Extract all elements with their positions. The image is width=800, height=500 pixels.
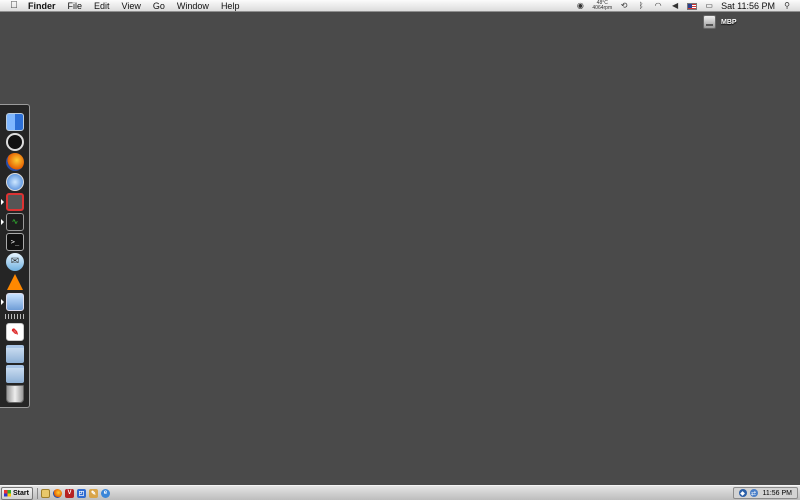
menubar-clock[interactable]: Sat 11:56 PM (721, 1, 775, 11)
safari-icon[interactable] (6, 173, 24, 191)
dock-separator (5, 314, 25, 319)
hard-disk-icon (703, 15, 716, 29)
windows-taskbar: Start V ◰ ✎ e ◆ ⇄ 11:56 PM (0, 485, 800, 500)
volume-icon[interactable]: ◀ (670, 0, 680, 12)
menu-edit[interactable]: Edit (88, 0, 116, 12)
bluetooth-icon[interactable]: ᛒ (636, 0, 646, 12)
show-desktop-icon[interactable] (40, 488, 50, 498)
taskbar-clock[interactable]: 11:56 PM (763, 490, 792, 497)
start-button[interactable]: Start (1, 486, 33, 500)
desktop-disk-mbp[interactable]: MBP (703, 15, 737, 29)
dashboard-icon[interactable] (6, 133, 24, 151)
menu-help[interactable]: Help (215, 0, 246, 12)
running-indicator (1, 299, 4, 305)
outlook-icon[interactable]: ◰ (76, 488, 86, 498)
menu-window[interactable]: Window (171, 0, 215, 12)
terminal-icon[interactable]: >_ (6, 233, 24, 251)
paint-icon[interactable]: ✎ (88, 488, 98, 498)
windows-logo-icon (4, 489, 11, 497)
trash-icon[interactable] (6, 385, 24, 403)
applications-folder-icon[interactable] (6, 345, 24, 363)
temperature-monitor[interactable]: 48°C 4064rpm (592, 1, 612, 11)
ichat-icon[interactable]: ✉ (6, 253, 24, 271)
menu-go[interactable]: Go (147, 0, 171, 12)
firefox-icon[interactable] (52, 488, 62, 498)
network-icon[interactable]: ⇄ (749, 489, 758, 497)
running-indicator (1, 219, 4, 225)
finder-icon[interactable] (6, 113, 24, 131)
menu-view[interactable]: View (116, 0, 147, 12)
spotlight-search-icon[interactable]: ⚲ (782, 0, 792, 12)
mac-menubar:  Finder File Edit View Go Window Help ◉… (0, 0, 800, 12)
menubar-status-area: ◉ 48°C 4064rpm ⟲ ᛒ ◠ ◀ ▭ Sat 11:56 PM ⚲ (575, 0, 800, 12)
vmware-icon[interactable] (6, 193, 24, 211)
internet-explorer-icon[interactable]: e (100, 488, 110, 498)
documents-folder-icon[interactable] (6, 365, 24, 383)
us-flag-input-icon[interactable] (687, 2, 698, 10)
activity-monitor-icon[interactable]: ∿ (6, 213, 24, 231)
menu-app-finder[interactable]: Finder (24, 0, 62, 12)
disk-label: MBP (721, 18, 737, 26)
v-app-icon[interactable]: V (64, 488, 74, 498)
eye-icon[interactable]: ◉ (575, 0, 585, 12)
quick-launch: V ◰ ✎ e (40, 488, 110, 498)
vlc-icon[interactable] (6, 273, 24, 291)
network-icon[interactable] (6, 293, 24, 311)
firefox-icon[interactable] (6, 153, 24, 171)
start-label: Start (13, 489, 29, 497)
system-tray: ◆ ⇄ 11:56 PM (732, 487, 798, 499)
battery-icon[interactable]: ▭ (704, 0, 714, 12)
apple-icon[interactable]:  (4, 0, 24, 11)
fan-speed-readout: 4064rpm (592, 5, 613, 11)
pdf-icon[interactable]: ✎ (6, 323, 24, 341)
quick-launch-separator (36, 487, 38, 499)
menu-file[interactable]: File (62, 0, 89, 12)
wifi-icon[interactable]: ◠ (653, 0, 663, 12)
running-indicator (1, 199, 4, 205)
time-machine-icon[interactable]: ⟲ (619, 0, 629, 12)
dock: ∿ >_ ✉ ✎ (0, 104, 30, 408)
shield-icon[interactable]: ◆ (738, 489, 747, 497)
